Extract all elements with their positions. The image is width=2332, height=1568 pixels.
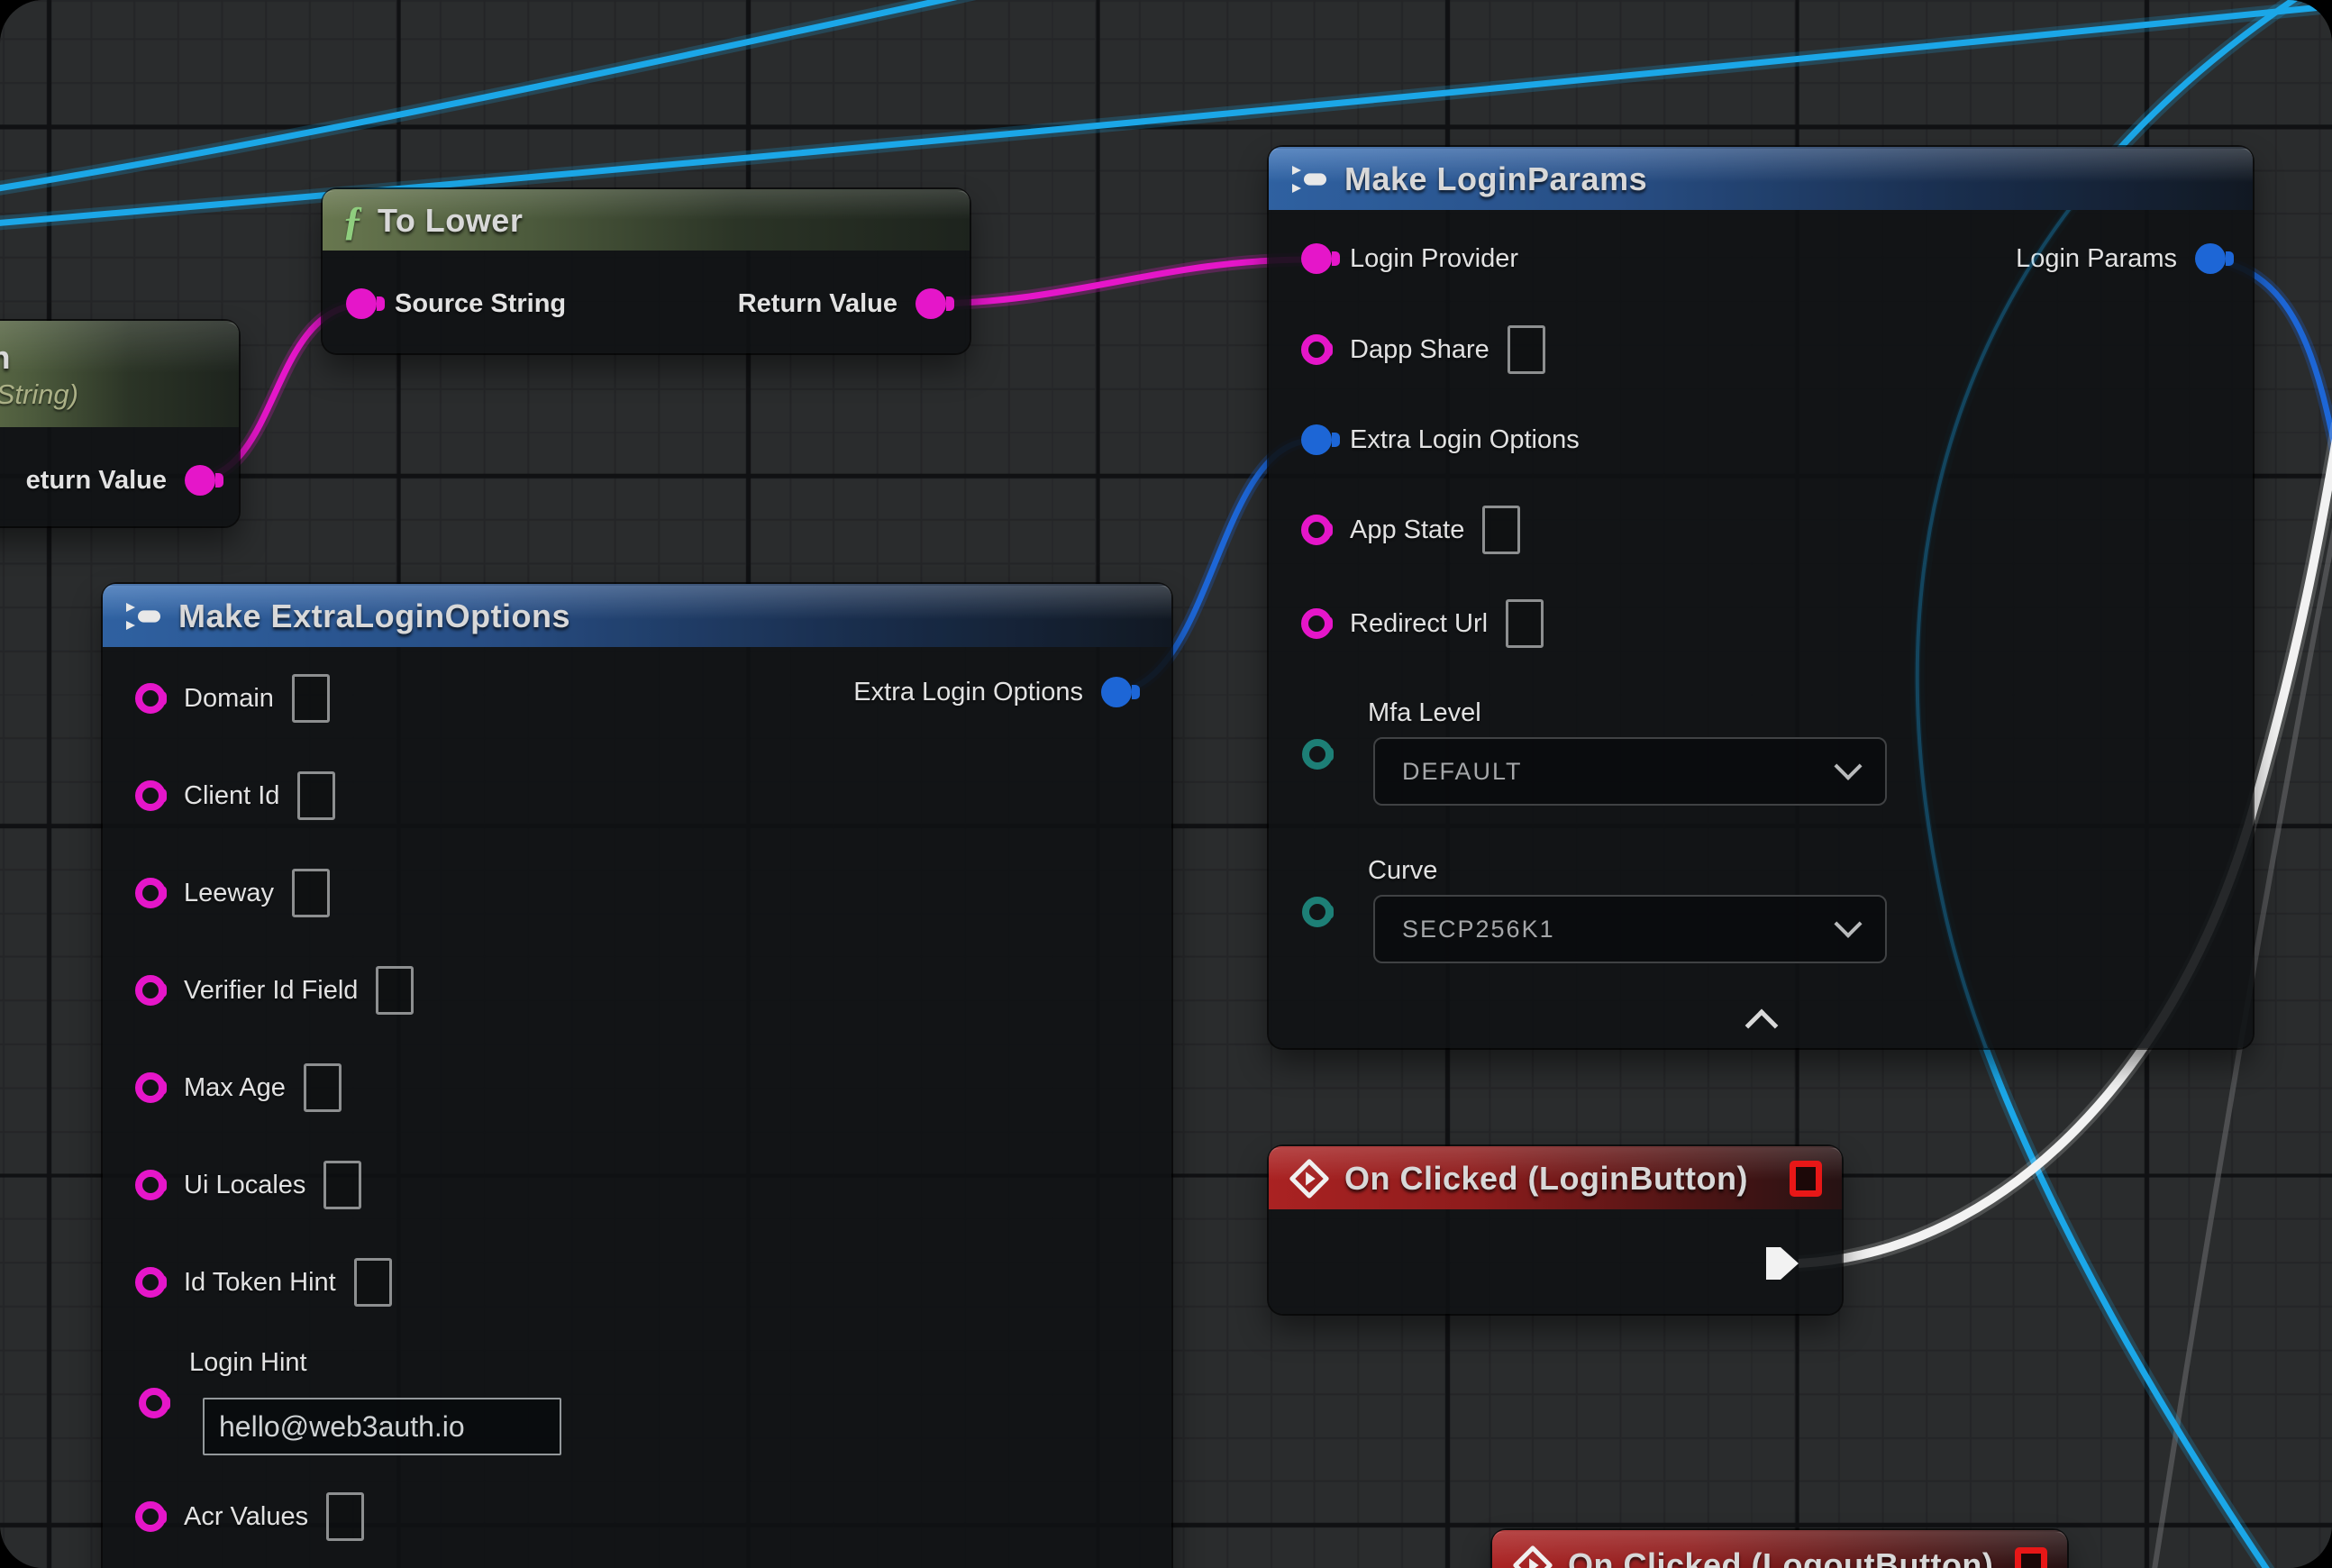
make-struct-icon (123, 599, 164, 634)
redirect-url-label: Redirect Url (1350, 609, 1488, 639)
domain-pin[interactable] (135, 683, 166, 714)
client-id-label: Client Id (184, 781, 279, 811)
mfa-level-dropdown[interactable]: DEFAULT (1373, 737, 1887, 806)
dapp-share-checkbox[interactable] (1508, 325, 1545, 374)
extra-login-options-in-label: Extra Login Options (1350, 425, 1580, 455)
delegate-pin-icon[interactable] (2015, 1547, 2047, 1568)
acr-values-label: Acr Values (184, 1502, 308, 1532)
node-textbox-partial[interactable]: tion ox (String) eturn Value (0, 321, 239, 526)
event-diamond-icon (1289, 1158, 1330, 1199)
node-to-lower[interactable]: ƒ To Lower Source String Return Value (323, 189, 970, 353)
mfa-level-pin[interactable] (1302, 739, 1333, 770)
make-extra-login-options-header[interactable]: Make ExtraLoginOptions (103, 584, 1171, 647)
login-params-out-label: Login Params (2016, 244, 2177, 274)
node-make-login-params[interactable]: Make LoginParams Login Provider Login Pa… (1269, 147, 2253, 1048)
collapse-node-chevron-icon[interactable] (1745, 1009, 1779, 1043)
return-value-pin-label: eturn Value (26, 466, 167, 496)
extra-login-options-out-label: Extra Login Options (853, 678, 1083, 707)
to-lower-header[interactable]: ƒ To Lower (323, 189, 970, 251)
dapp-share-label: Dapp Share (1350, 335, 1489, 365)
node-textbox-subtitle: ox (String) (0, 378, 78, 411)
max-age-label: Max Age (184, 1073, 286, 1103)
return-value-pin[interactable] (185, 465, 215, 496)
id-token-hint-pin[interactable] (135, 1267, 166, 1298)
wire-tolower-to-provider (926, 260, 1308, 304)
exec-output-pin[interactable] (1763, 1245, 1802, 1281)
on-clicked-logout-title: On Clicked (LogoutButton) (1568, 1546, 1993, 1568)
extra-login-options-in-pin[interactable] (1301, 424, 1332, 455)
id-token-hint-label: Id Token Hint (184, 1268, 336, 1298)
screenshot-frame: tion ox (String) eturn Value ƒ To Lower … (0, 0, 2332, 1568)
app-state-checkbox[interactable] (1482, 506, 1520, 554)
make-login-params-header[interactable]: Make LoginParams (1269, 147, 2253, 210)
app-state-label: App State (1350, 515, 1464, 545)
login-provider-label: Login Provider (1350, 244, 1518, 274)
extra-login-options-out-pin[interactable] (1101, 677, 1132, 707)
curve-label: Curve (1368, 856, 1437, 886)
leeway-label: Leeway (184, 879, 274, 908)
acr-values-pin[interactable] (135, 1501, 166, 1532)
to-lower-return-pin[interactable] (915, 288, 946, 319)
max-age-pin[interactable] (135, 1072, 166, 1103)
dapp-share-pin[interactable] (1301, 334, 1332, 365)
id-token-hint-checkbox[interactable] (354, 1258, 392, 1307)
domain-label: Domain (184, 684, 274, 714)
login-provider-pin[interactable] (1301, 243, 1332, 274)
login-hint-input[interactable] (203, 1398, 561, 1455)
make-struct-icon (1289, 162, 1330, 196)
domain-checkbox[interactable] (292, 674, 330, 723)
login-hint-label: Login Hint (189, 1348, 307, 1378)
function-icon: ƒ (342, 200, 363, 242)
node-on-clicked-logout-button[interactable]: On Clicked (LogoutButton) (1492, 1530, 2067, 1568)
app-state-pin[interactable] (1301, 515, 1332, 545)
curve-dropdown[interactable]: SECP256K1 (1373, 895, 1887, 963)
node-textbox-title: tion (0, 339, 11, 377)
node-textbox-header[interactable]: tion ox (String) (0, 321, 239, 427)
on-clicked-logout-header[interactable]: On Clicked (LogoutButton) (1492, 1530, 2067, 1568)
event-diamond-icon (1512, 1545, 1553, 1568)
source-string-label: Source String (395, 289, 566, 319)
node-on-clicked-login-button[interactable]: On Clicked (LoginButton) (1269, 1146, 1842, 1314)
client-id-checkbox[interactable] (297, 771, 335, 820)
verifier-id-field-checkbox[interactable] (376, 966, 414, 1015)
ui-locales-checkbox[interactable] (323, 1161, 361, 1209)
make-login-params-title: Make LoginParams (1344, 160, 1647, 198)
leeway-pin[interactable] (135, 878, 166, 908)
login-hint-pin[interactable] (139, 1388, 169, 1418)
acr-values-checkbox[interactable] (326, 1492, 364, 1541)
delegate-pin-icon[interactable] (1790, 1161, 1822, 1197)
login-params-out-pin[interactable] (2195, 243, 2226, 274)
source-string-pin[interactable] (346, 288, 377, 319)
wire-cyan-topleft (0, 0, 984, 189)
redirect-url-pin[interactable] (1301, 608, 1332, 639)
blueprint-canvas[interactable]: tion ox (String) eturn Value ƒ To Lower … (0, 0, 2332, 1568)
leeway-checkbox[interactable] (292, 869, 330, 917)
ui-locales-pin[interactable] (135, 1170, 166, 1200)
node-make-extra-login-options[interactable]: Make ExtraLoginOptions Extra Login Optio… (103, 584, 1171, 1568)
ui-locales-label: Ui Locales (184, 1171, 305, 1200)
redirect-url-checkbox[interactable] (1506, 599, 1544, 648)
chevron-down-icon (1834, 910, 1862, 938)
make-extra-login-options-title: Make ExtraLoginOptions (178, 597, 570, 635)
curve-pin[interactable] (1302, 897, 1333, 927)
chevron-down-icon (1834, 752, 1862, 780)
client-id-pin[interactable] (135, 780, 166, 811)
on-clicked-login-header[interactable]: On Clicked (LoginButton) (1269, 1146, 1842, 1209)
mfa-level-value: DEFAULT (1402, 758, 1523, 786)
max-age-checkbox[interactable] (304, 1063, 342, 1112)
to-lower-title: To Lower (378, 202, 523, 240)
on-clicked-login-title: On Clicked (LoginButton) (1344, 1160, 1748, 1198)
to-lower-return-label: Return Value (738, 289, 897, 319)
mfa-level-label: Mfa Level (1368, 698, 1481, 728)
verifier-id-field-pin[interactable] (135, 975, 166, 1006)
verifier-id-field-label: Verifier Id Field (184, 976, 358, 1006)
curve-value: SECP256K1 (1402, 916, 1555, 944)
